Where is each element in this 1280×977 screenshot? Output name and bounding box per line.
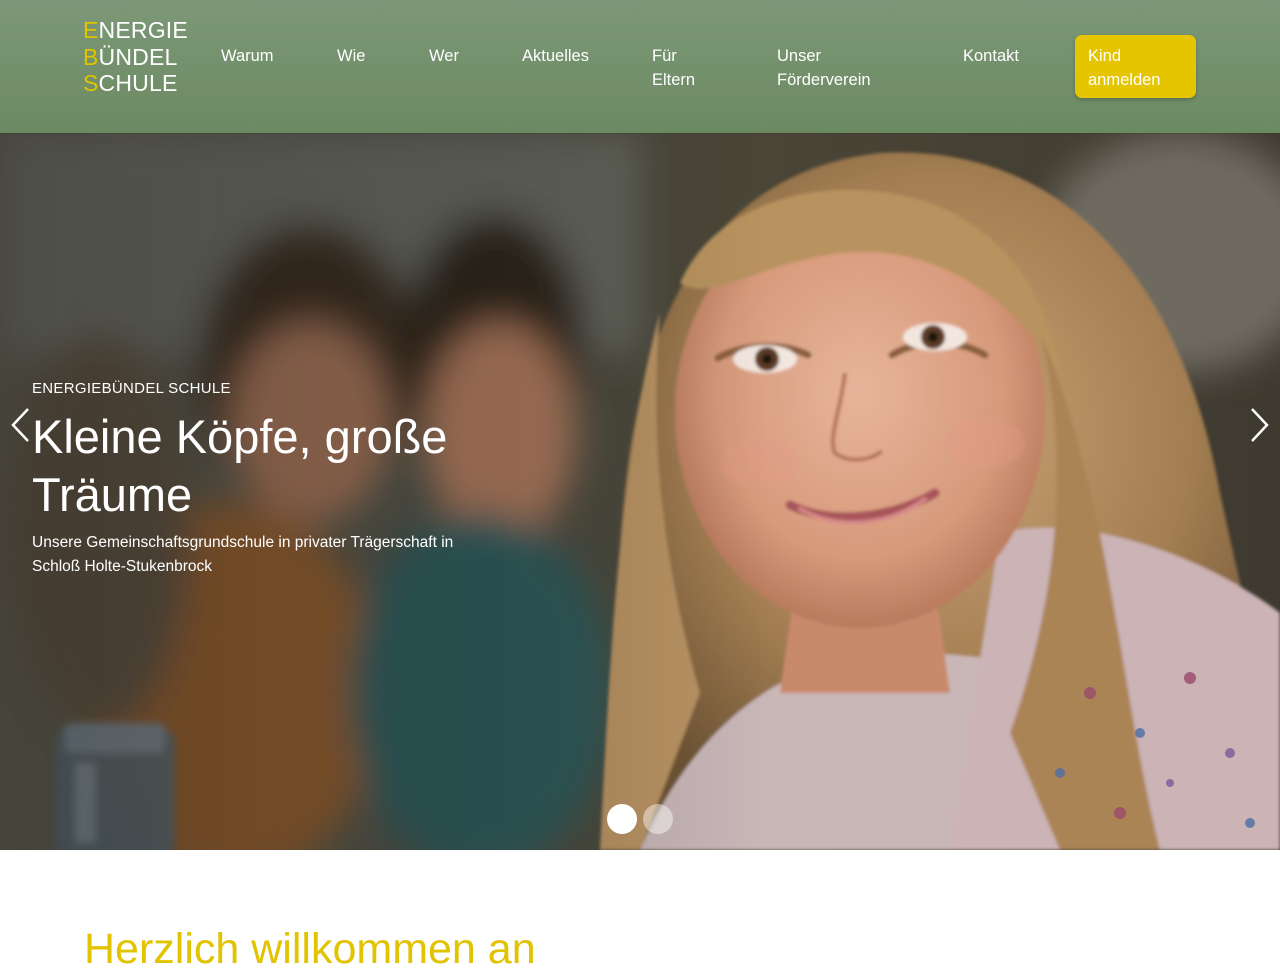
hero-slider: ENERGIEBÜNDEL SCHULE Kleine Köpfe, große… — [0, 133, 1280, 850]
nav-link-wer[interactable]: Wer — [429, 44, 459, 68]
nav-link-warum[interactable]: Warum — [221, 44, 274, 68]
enroll-child-button[interactable]: Kind anmelden — [1075, 35, 1196, 98]
nav-link-kontakt[interactable]: Kontakt — [963, 44, 1019, 68]
chevron-right-icon — [1251, 408, 1269, 442]
nav-link-fuer-eltern[interactable]: Für Eltern — [652, 44, 695, 92]
nav-link-wie[interactable]: Wie — [337, 44, 365, 68]
logo-line-3: SCHULE — [83, 70, 178, 96]
site-logo[interactable]: ENERGIE BÜNDEL SCHULE — [83, 17, 188, 97]
chevron-left-icon — [11, 408, 29, 442]
slider-pagination — [607, 804, 679, 834]
hero-headline: Kleine Köpfe, große Träume — [32, 410, 448, 521]
slider-dot-2[interactable] — [643, 804, 673, 834]
hero-subline: Unsere Gemeinschaftsgrundschule in priva… — [32, 534, 454, 575]
slider-dot-1[interactable] — [607, 804, 637, 834]
site-header: ENERGIE BÜNDEL SCHULE Warum Wie Wer Aktu… — [0, 0, 1280, 133]
hero-eyebrow: ENERGIEBÜNDEL SCHULE — [32, 380, 231, 397]
nav-link-aktuelles[interactable]: Aktuelles — [522, 44, 589, 68]
welcome-heading: Herzlich willkommen an — [84, 925, 536, 973]
logo-line-1: ENERGIE — [83, 17, 188, 43]
nav-link-foerderverein[interactable]: Unser Förderverein — [777, 44, 871, 92]
slider-next-button[interactable] — [1244, 403, 1274, 447]
slider-prev-button[interactable] — [6, 403, 36, 447]
logo-line-2: BÜNDEL — [83, 43, 178, 70]
